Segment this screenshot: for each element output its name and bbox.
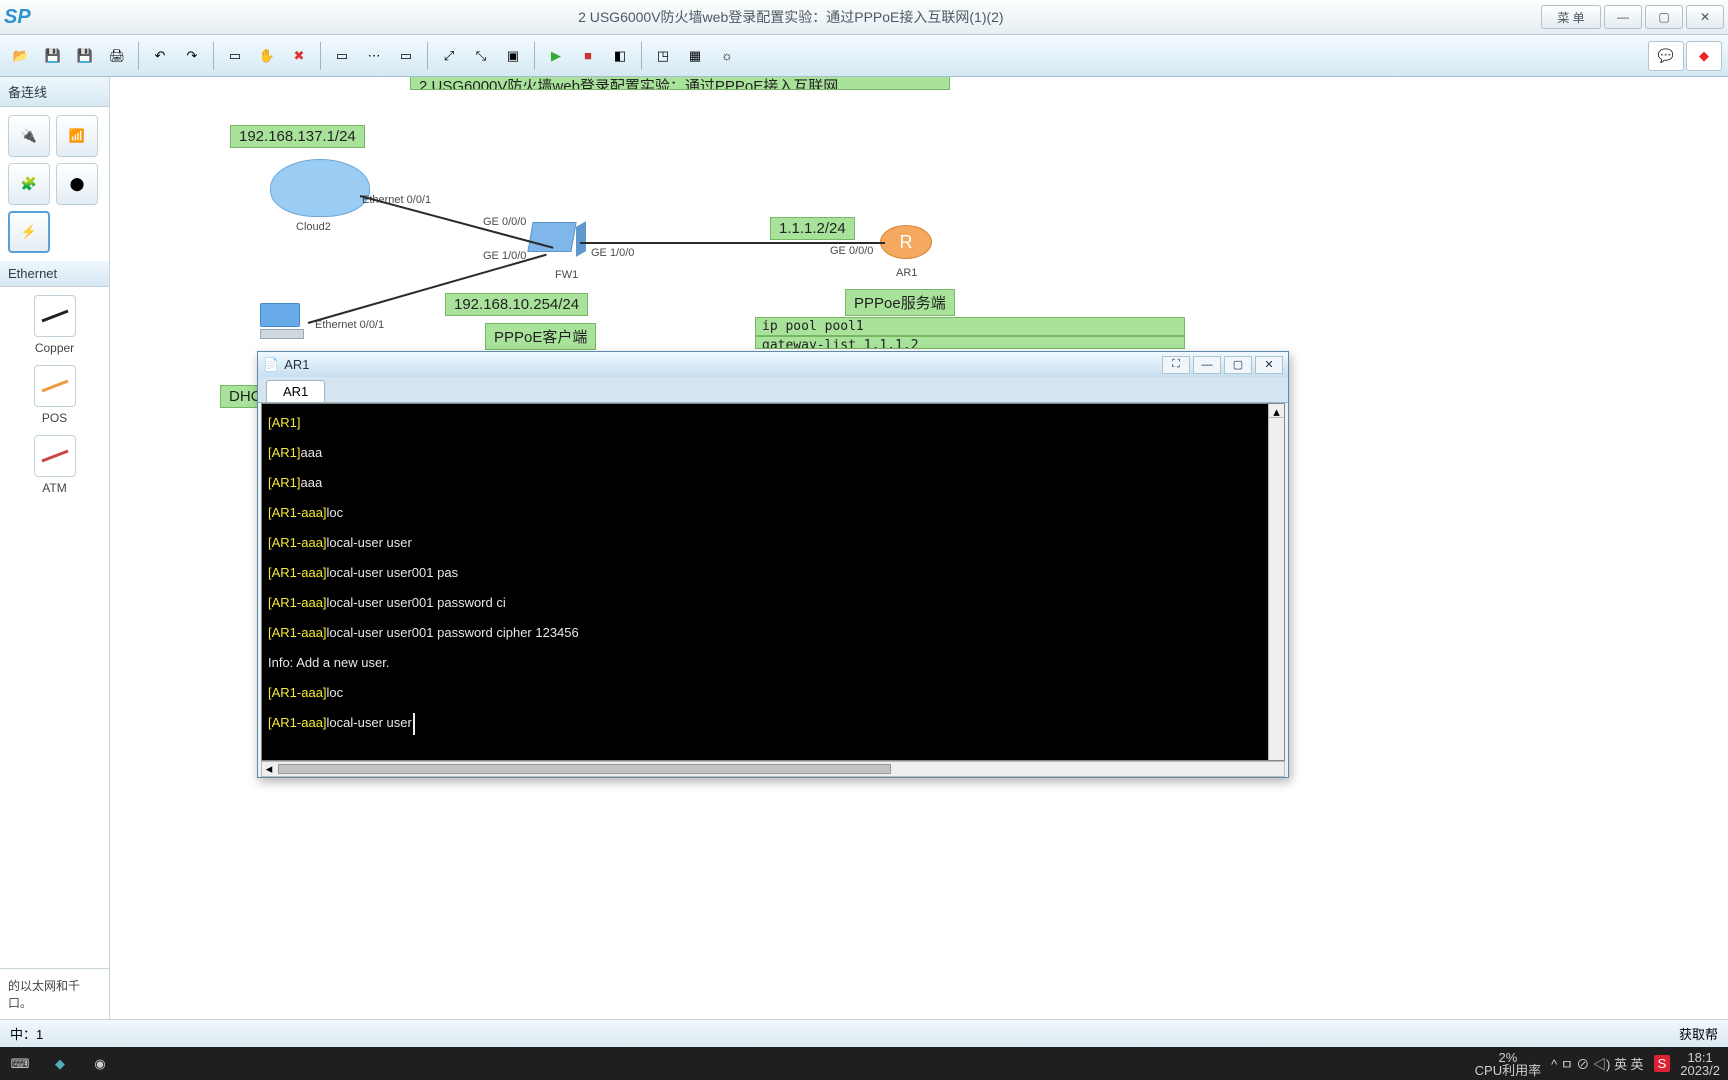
- redo-icon[interactable]: ↷: [177, 41, 207, 71]
- node-dhcp-client[interactable]: [260, 303, 308, 345]
- label-cloud: Cloud2: [296, 221, 331, 233]
- conn-item-pos[interactable]: POS: [8, 365, 101, 425]
- capture-icon[interactable]: ◧: [605, 41, 635, 71]
- category-icon-connection[interactable]: 🔌: [8, 115, 50, 157]
- menu-button[interactable]: 菜 单: [1541, 5, 1601, 29]
- tray-clock[interactable]: 18:1 2023/2: [1680, 1051, 1720, 1077]
- tray-ime-icon[interactable]: S: [1654, 1055, 1671, 1072]
- sidebar-description: 的以太网和千口。: [0, 968, 109, 1019]
- zoomin-icon[interactable]: ⤢: [434, 41, 464, 71]
- statusbar: 中：1 获取帮: [0, 1019, 1728, 1047]
- stop-icon[interactable]: ■: [573, 41, 603, 71]
- terminal-hscrollbar[interactable]: ◂: [261, 761, 1285, 777]
- sidebar-header: 备连线: [0, 77, 109, 107]
- topology-canvas[interactable]: 2 USG6000V防火墙web登录配置实验：通过PPPoE接入互联网 192.…: [110, 77, 1728, 1019]
- tray-cpu-label: CPU利用率: [1475, 1064, 1541, 1077]
- conn-label-pos: POS: [8, 411, 101, 425]
- os-taskbar: ⌨ ◆ ◉ 2% CPU利用率 ^ ㅁ ⊘ ◁) 英 英 S 18:1 2023…: [0, 1047, 1728, 1080]
- close-window-button[interactable]: ✕: [1686, 5, 1724, 29]
- conn-label-atm: ATM: [8, 481, 101, 495]
- task-input-icon[interactable]: ⌨: [0, 1047, 40, 1080]
- if-label-ge000: GE 0/0/0: [483, 216, 526, 228]
- tool-icon-5[interactable]: ▦: [680, 41, 710, 71]
- print-icon[interactable]: 🖨: [102, 41, 132, 71]
- bulb-icon[interactable]: ☼: [712, 41, 742, 71]
- status-left: 中：1: [10, 1024, 43, 1043]
- conn-item-copper[interactable]: Copper: [8, 295, 101, 355]
- ip-badge-2: 192.168.10.254/24: [445, 293, 588, 316]
- zoomout-icon[interactable]: ⤡: [466, 41, 496, 71]
- if-label-e001b: Ethernet 0/0/1: [315, 319, 384, 331]
- pppoe-client-badge: PPPoE客户端: [485, 323, 596, 350]
- terminal-close-button[interactable]: ✕: [1255, 356, 1283, 374]
- if-label-ge000b: GE 0/0/0: [830, 245, 873, 257]
- delete-icon[interactable]: ✖: [284, 41, 314, 71]
- conn-label-copper: Copper: [8, 341, 101, 355]
- fit-icon[interactable]: ▣: [498, 41, 528, 71]
- ip-badge-3: 1.1.1.2/24: [770, 217, 855, 240]
- status-right: 获取帮: [1679, 1024, 1718, 1043]
- start-icon[interactable]: ▶: [541, 41, 571, 71]
- task-app-icon-1[interactable]: ◆: [40, 1047, 80, 1080]
- terminal-vscrollbar[interactable]: ▴: [1268, 404, 1284, 760]
- save-icon[interactable]: 💾: [38, 41, 68, 71]
- terminal-maximize-button[interactable]: ▢: [1224, 356, 1252, 374]
- title-bar: SP 2 USG6000V防火墙web登录配置实验：通过PPPoE接入互联网(1…: [0, 0, 1728, 35]
- tool-icon-2[interactable]: ⋯: [359, 41, 389, 71]
- node-cloud[interactable]: [270, 159, 370, 217]
- tray-time: 18:1: [1687, 1051, 1712, 1064]
- tray-cpu-pct: 2%: [1498, 1051, 1517, 1064]
- terminal-tab-ar1[interactable]: AR1: [266, 380, 325, 402]
- tray-date: 2023/2: [1680, 1064, 1720, 1077]
- maximize-button[interactable]: ▢: [1645, 5, 1683, 29]
- device-sidebar: 备连线 🔌 📶 🧩 ⬤ ⚡ Ethernet Copper POS ATM 的以…: [0, 77, 110, 1019]
- config-line-0: ip pool pool1: [755, 317, 1185, 336]
- huawei-icon[interactable]: ◆: [1686, 41, 1722, 71]
- saveall-icon[interactable]: 💾: [70, 41, 100, 71]
- pointer-icon[interactable]: ▭: [220, 41, 250, 71]
- terminal-title: AR1: [284, 357, 309, 372]
- topology-title-badge: 2 USG6000V防火墙web登录配置实验：通过PPPoE接入互联网: [410, 77, 950, 90]
- hand-icon[interactable]: ✋: [252, 41, 282, 71]
- terminal-minimize-button[interactable]: —: [1193, 356, 1221, 374]
- sidebar-section-ethernet: Ethernet: [0, 261, 109, 287]
- tray-cpu[interactable]: 2% CPU利用率: [1475, 1051, 1541, 1077]
- category-icon-device[interactable]: 🧩: [8, 163, 50, 205]
- label-fw: FW1: [555, 269, 578, 281]
- terminal-titlebar[interactable]: 📄 AR1 ⛶ — ▢ ✕: [258, 352, 1288, 377]
- tray-icons[interactable]: ^ ㅁ ⊘ ◁) 英 英: [1551, 1054, 1643, 1073]
- terminal-expand-button[interactable]: ⛶: [1162, 356, 1190, 374]
- config-line-1: gateway-list 1.1.1.2: [755, 336, 1185, 349]
- category-icon-circle[interactable]: ⬤: [56, 163, 98, 205]
- node-router-ar1[interactable]: R: [880, 225, 932, 265]
- label-ar1: AR1: [896, 267, 917, 279]
- open-icon[interactable]: 📂: [6, 41, 36, 71]
- conn-item-atm[interactable]: ATM: [8, 435, 101, 495]
- task-app-icon-2[interactable]: ◉: [80, 1047, 120, 1080]
- link-fw-ar1: [580, 242, 885, 244]
- terminal-window: 📄 AR1 ⛶ — ▢ ✕ AR1 [AR1][AR1]aaa[AR1]aaa[…: [257, 351, 1289, 778]
- main-toolbar: 📂 💾 💾 🖨 ↶ ↷ ▭ ✋ ✖ ▭ ⋯ ▭ ⤢ ⤡ ▣ ▶ ■ ◧ ◳ ▦ …: [0, 35, 1728, 77]
- pppoe-server-badge: PPPoe服务端: [845, 289, 955, 316]
- terminal-body[interactable]: [AR1][AR1]aaa[AR1]aaa[AR1-aaa]loc[AR1-aa…: [261, 403, 1285, 761]
- app-logo: SP: [0, 6, 41, 29]
- category-icon-lightning[interactable]: ⚡: [8, 211, 50, 253]
- window-title: 2 USG6000V防火墙web登录配置实验：通过PPPoE接入互联网(1)(2…: [41, 7, 1541, 27]
- message-icon[interactable]: 💬: [1648, 41, 1684, 71]
- minimize-button[interactable]: —: [1604, 5, 1642, 29]
- if-label-ge100b: GE 1/0/0: [591, 247, 634, 259]
- ip-badge-1: 192.168.137.1/24: [230, 125, 365, 148]
- tool-icon-1[interactable]: ▭: [327, 41, 357, 71]
- tool-icon-4[interactable]: ◳: [648, 41, 678, 71]
- undo-icon[interactable]: ↶: [145, 41, 175, 71]
- tool-icon-3[interactable]: ▭: [391, 41, 421, 71]
- category-icon-wifi[interactable]: 📶: [56, 115, 98, 157]
